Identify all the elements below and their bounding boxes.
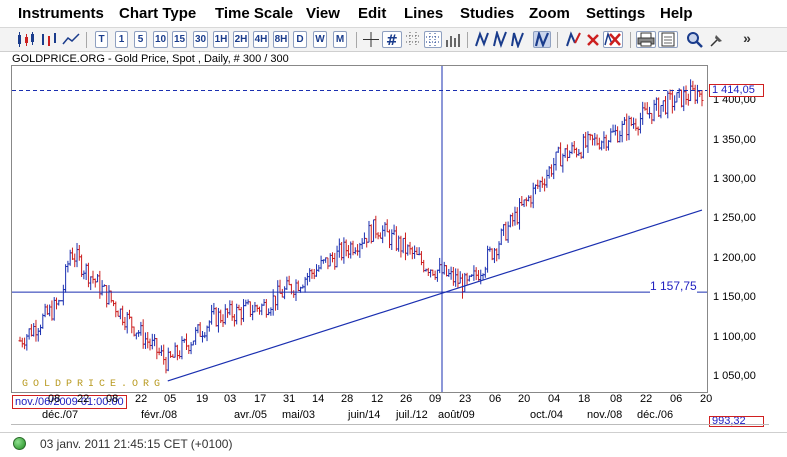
x-tick-label: 05 (164, 393, 177, 405)
volume-icon[interactable] (444, 31, 462, 48)
menu-lines[interactable]: Lines (404, 5, 443, 22)
x-tick-label: 20 (518, 393, 531, 405)
x-tick-label: 14 (312, 393, 325, 405)
status-bar: 03 janv. 2011 21:45:15 CET (+0100) (0, 432, 787, 457)
menu-bar: Instruments Chart Type Time Scale View E… (0, 0, 787, 28)
period-8h-button[interactable]: 8H (273, 31, 289, 48)
delete-icon[interactable] (585, 31, 601, 48)
x-tick-label: 08 (48, 393, 61, 405)
price-label: 1 350,00 (713, 134, 756, 146)
connection-status-icon (13, 437, 26, 450)
period-30-button[interactable]: 30 (193, 31, 208, 48)
price-label: 1 200,00 (713, 252, 756, 264)
x-tick-label: avr./05 (234, 409, 268, 421)
menu-chart-type[interactable]: Chart Type (119, 5, 196, 22)
x-tick-label: 23 (459, 393, 472, 405)
x-tick-label: 28 (341, 393, 354, 405)
candlestick-chart-icon[interactable] (15, 31, 37, 48)
period-2h-button[interactable]: 2H (233, 31, 249, 48)
x-tick-label: 06 (489, 393, 502, 405)
print-icon[interactable] (636, 31, 656, 48)
x-tick-label: nov./08 (587, 409, 623, 421)
draw-line-icon[interactable] (474, 31, 490, 48)
current-price-label: 1 414,05 (709, 84, 764, 97)
more-icon[interactable]: » (738, 31, 756, 48)
period-m-button[interactable]: M (333, 31, 347, 48)
x-tick-label: 22 (640, 393, 653, 405)
x-tick-label: 12 (371, 393, 384, 405)
crosshair-price-label: 1 157,75 (650, 279, 697, 293)
menu-edit[interactable]: Edit (358, 5, 386, 22)
x-tick-label: oct./04 (530, 409, 564, 421)
price-label: 1 250,00 (713, 212, 756, 224)
draw-trend-selected-icon[interactable] (533, 31, 551, 48)
line-chart-icon[interactable] (61, 31, 81, 48)
x-tick-label: juin/14 (348, 409, 381, 421)
period-15-button[interactable]: 15 (172, 31, 187, 48)
price-axis: 1 400,00 1 350,00 1 300,00 1 250,00 1 20… (708, 65, 770, 393)
price-label: 1 300,00 (713, 173, 756, 185)
period-w-button[interactable]: W (313, 31, 327, 48)
x-tick-label: 20 (700, 393, 713, 405)
divider (11, 424, 769, 425)
period-d-button[interactable]: D (293, 31, 307, 48)
delete-all-icon[interactable] (603, 31, 623, 48)
x-tick-label: déc./07 (42, 409, 79, 421)
x-tick-label: 31 (283, 393, 296, 405)
period-t-button[interactable]: T (95, 31, 108, 48)
zoom-icon[interactable] (686, 31, 704, 48)
menu-instruments[interactable]: Instruments (18, 5, 104, 22)
x-tick-label: déc./06 (637, 409, 674, 421)
watermark: GOLDPRICE.ORG (22, 379, 166, 390)
menu-settings[interactable]: Settings (586, 5, 645, 22)
x-tick-label: juil./12 (396, 409, 428, 421)
menu-time-scale[interactable]: Time Scale (215, 5, 293, 22)
period-4h-button[interactable]: 4H (253, 31, 269, 48)
draw-fibonacci-icon[interactable] (510, 31, 526, 48)
price-label: 1 100,00 (713, 331, 756, 343)
x-tick-label: 19 (196, 393, 209, 405)
period-5-button[interactable]: 5 (134, 31, 147, 48)
period-1h-button[interactable]: 1H (213, 31, 229, 48)
x-tick-label: 04 (548, 393, 561, 405)
menu-view[interactable]: View (306, 5, 340, 22)
pin-icon[interactable] (708, 31, 726, 48)
price-label: 1 150,00 (713, 291, 756, 303)
x-tick-label: 09 (429, 393, 442, 405)
x-tick-label: 08 (106, 393, 119, 405)
period-1-button[interactable]: 1 (115, 31, 128, 48)
x-tick-label: 03 (224, 393, 237, 405)
chart-title: GOLDPRICE.ORG - Gold Price, Spot , Daily… (12, 53, 289, 65)
status-datetime: 03 janv. 2011 21:45:15 CET (+0100) (40, 437, 233, 451)
menu-studies[interactable]: Studies (460, 5, 514, 22)
price-label: 1 050,00 (713, 370, 756, 382)
bar-chart-icon[interactable] (39, 31, 59, 48)
dotted-grid-box-icon[interactable] (424, 31, 442, 48)
price-chart (12, 66, 707, 392)
svg-text:#: # (386, 33, 398, 47)
chart-plot-area[interactable] (11, 65, 708, 393)
document-icon[interactable] (658, 31, 678, 48)
x-tick-label: 18 (578, 393, 591, 405)
menu-zoom[interactable]: Zoom (529, 5, 570, 22)
x-tick-label: mai/03 (282, 409, 316, 421)
x-tick-label: 06 (670, 393, 683, 405)
x-tick-label: 22 (135, 393, 148, 405)
x-tick-label: 26 (400, 393, 413, 405)
x-tick-label: févr./08 (141, 409, 178, 421)
menu-help[interactable]: Help (660, 5, 693, 22)
x-tick-label: 22 (77, 393, 90, 405)
period-10-button[interactable]: 10 (153, 31, 168, 48)
draw-arrow-icon[interactable] (565, 31, 581, 48)
low-price-label: 993,32 (709, 416, 764, 427)
trendline (167, 209, 703, 382)
toolbar: T 1 5 10 15 30 1H 2H 4H 8H D W M # » (0, 28, 787, 52)
x-tick-label: 08 (610, 393, 623, 405)
dotted-grid-icon[interactable] (404, 31, 422, 48)
grid-icon[interactable]: # (382, 31, 402, 48)
x-tick-label: 17 (254, 393, 267, 405)
crosshair-icon[interactable] (362, 31, 380, 48)
x-tick-label: août/09 (438, 409, 475, 421)
draw-channel-icon[interactable] (492, 31, 508, 48)
